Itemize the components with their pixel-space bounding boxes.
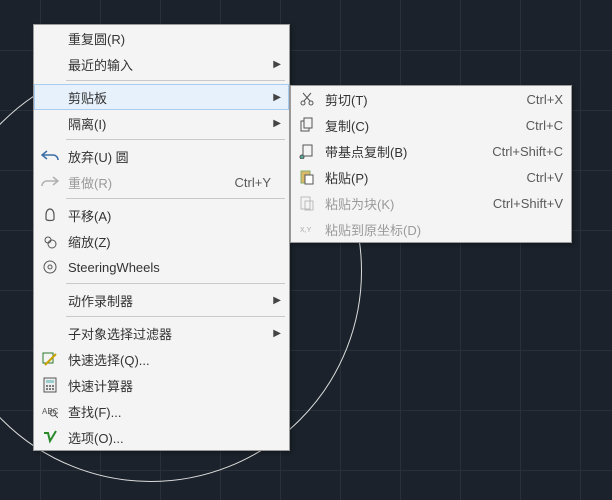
menu-label: 隔离(I) [68,114,271,133]
submenu-arrow-icon: ▶ [271,328,281,339]
menu-item-redo[interactable]: 重做(R) Ctrl+Y [34,169,289,195]
menu-item-steeringwheels[interactable]: SteeringWheels [34,254,289,280]
blank-icon [38,86,62,108]
menu-item-options[interactable]: 选项(O)... [34,424,289,450]
menu-label: 粘贴为块(K) [325,194,483,213]
menu-label: SteeringWheels [68,260,271,275]
blank-icon [38,53,62,75]
submenu-item-cut[interactable]: 剪切(T) Ctrl+X [291,86,571,112]
menu-label: 复制(C) [325,116,516,135]
menu-separator [66,316,285,317]
menu-label: 子对象选择过滤器 [68,324,271,343]
menu-shortcut: Ctrl+Shift+V [493,196,563,211]
menu-item-quickcalc[interactable]: 快速计算器 [34,372,289,398]
menu-label: 剪贴板 [68,88,271,107]
menu-separator [66,198,285,199]
menu-item-zoom[interactable]: 缩放(Z) [34,228,289,254]
undo-icon [38,145,62,167]
menu-label: 查找(F)... [68,402,271,421]
menu-label: 放弃(U) 圆 [68,147,271,166]
menu-shortcut: Ctrl+C [526,118,563,133]
menu-item-isolate[interactable]: 隔离(I) ▶ [34,110,289,136]
menu-item-repeat[interactable]: 重复圆(R) [34,25,289,51]
menu-item-undo[interactable]: 放弃(U) 圆 [34,143,289,169]
menu-item-clipboard[interactable]: 剪贴板 ▶ [34,84,289,110]
menu-label: 快速计算器 [68,376,271,395]
calculator-icon [38,374,62,396]
redo-icon [38,171,62,193]
menu-label: 剪切(T) [325,90,517,109]
submenu-item-paste-orig[interactable]: X,Y 粘贴到原坐标(D) [291,216,571,242]
menu-shortcut: Ctrl+X [527,92,563,107]
copy-icon [295,114,319,136]
menu-shortcut: Ctrl+Shift+C [492,144,563,159]
paste-orig-icon: X,Y [295,218,319,240]
submenu-item-paste[interactable]: 粘贴(P) Ctrl+V [291,164,571,190]
menu-item-pan[interactable]: 平移(A) [34,202,289,228]
clipboard-submenu: 剪切(T) Ctrl+X 复制(C) Ctrl+C 带基点复制(B) Ctrl+… [290,85,572,243]
menu-label: 快速选择(Q)... [68,350,271,369]
blank-icon [38,322,62,344]
paste-block-icon [295,192,319,214]
submenu-arrow-icon: ▶ [271,295,281,306]
menu-label: 粘贴到原坐标(D) [325,220,563,239]
paste-icon [295,166,319,188]
options-icon [38,426,62,448]
submenu-arrow-icon: ▶ [271,59,281,70]
submenu-arrow-icon: ▶ [271,118,281,129]
menu-label: 重做(R) [68,173,225,192]
menu-separator [66,80,285,81]
menu-item-quick-select[interactable]: 快速选择(Q)... [34,346,289,372]
submenu-item-paste-block[interactable]: 粘贴为块(K) Ctrl+Shift+V [291,190,571,216]
menu-separator [66,139,285,140]
menu-item-find[interactable]: ABC 查找(F)... [34,398,289,424]
zoom-icon [38,230,62,252]
menu-label: 粘贴(P) [325,168,517,187]
pan-icon [38,204,62,226]
menu-label: 选项(O)... [68,428,271,447]
menu-label: 最近的输入 [68,55,271,74]
svg-text:X,Y: X,Y [300,227,312,234]
menu-shortcut: Ctrl+Y [235,175,271,190]
submenu-arrow-icon: ▶ [271,92,281,103]
copy-basepoint-icon [295,140,319,162]
menu-label: 重复圆(R) [68,29,271,48]
steeringwheels-icon [38,256,62,278]
blank-icon [38,112,62,134]
cut-icon [295,88,319,110]
menu-item-recent-input[interactable]: 最近的输入 ▶ [34,51,289,77]
menu-label: 缩放(Z) [68,232,271,251]
quick-select-icon [38,348,62,370]
menu-item-subobject-filter[interactable]: 子对象选择过滤器 ▶ [34,320,289,346]
menu-separator [66,283,285,284]
menu-label: 带基点复制(B) [325,142,482,161]
blank-icon [38,27,62,49]
menu-label: 动作录制器 [68,291,271,310]
menu-label: 平移(A) [68,206,271,225]
blank-icon [38,289,62,311]
context-menu: 重复圆(R) 最近的输入 ▶ 剪贴板 ▶ 隔离(I) ▶ 放弃(U) 圆 重做(… [33,24,290,451]
submenu-item-copy[interactable]: 复制(C) Ctrl+C [291,112,571,138]
submenu-item-copy-base[interactable]: 带基点复制(B) Ctrl+Shift+C [291,138,571,164]
menu-shortcut: Ctrl+V [527,170,563,185]
find-icon: ABC [38,400,62,422]
menu-item-action-recorder[interactable]: 动作录制器 ▶ [34,287,289,313]
